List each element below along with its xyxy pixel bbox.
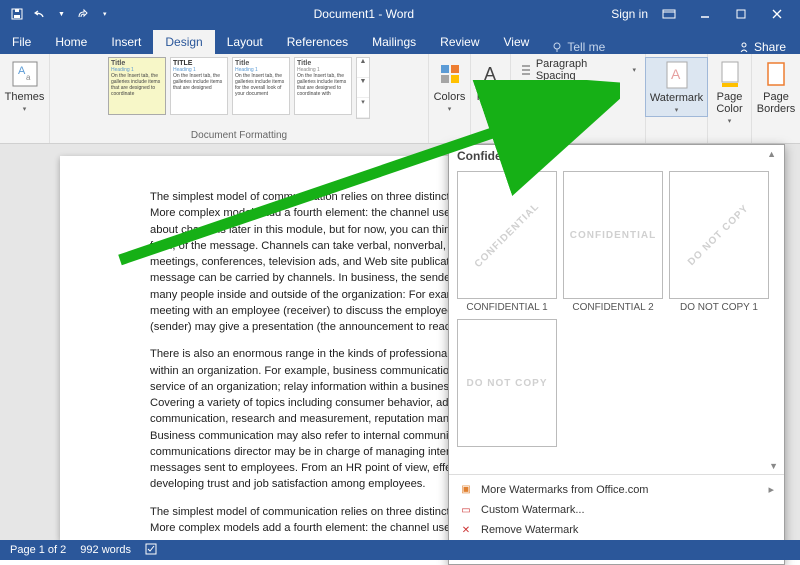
paragraph-spacing-button[interactable]: Paragraph Spacing▾	[517, 57, 639, 83]
status-bar: Page 1 of 2 992 words	[0, 540, 800, 560]
title-bar: ▼ ▾ Document1 - Word Sign in	[0, 0, 800, 28]
share-button[interactable]: Share	[738, 40, 800, 54]
paragraph-spacing-icon	[520, 64, 532, 76]
save-icon[interactable]	[10, 7, 24, 21]
spellcheck-icon[interactable]	[145, 543, 159, 558]
tab-home[interactable]: Home	[43, 30, 99, 54]
theme-preset[interactable]: TitleHeading 1On the Insert tab, the gal…	[294, 57, 352, 115]
watermark-section-label: Confidential	[457, 149, 526, 163]
theme-preset[interactable]: TitleHeading 1On the Insert tab, the gal…	[232, 57, 290, 115]
tab-references[interactable]: References	[275, 30, 360, 54]
watermark-tile-donotcopy-1[interactable]: DO NOT COPY DO NOT COPY 1	[669, 171, 769, 313]
fonts-button[interactable]: AFonts▾	[473, 57, 509, 115]
tab-layout[interactable]: Layout	[215, 30, 275, 54]
svg-text:A: A	[484, 64, 496, 84]
page-borders-button[interactable]: Page Borders	[753, 57, 800, 117]
tab-mailings[interactable]: Mailings	[360, 30, 428, 54]
more-watermarks-menu-item[interactable]: ▣More Watermarks from Office.com▸	[449, 479, 784, 500]
page-borders-icon	[762, 59, 790, 89]
status-page[interactable]: Page 1 of 2	[10, 544, 66, 556]
remove-icon: ✕	[459, 525, 473, 536]
undo-icon[interactable]	[34, 7, 48, 21]
scroll-down-icon[interactable]: ▼	[769, 461, 778, 471]
close-icon[interactable]	[762, 4, 792, 24]
set-default-button[interactable]: Set as Default	[517, 101, 639, 115]
watermark-tile-confidential-1[interactable]: CONFIDENTIAL CONFIDENTIAL 1	[457, 171, 557, 313]
watermark-tile-donotcopy-2[interactable]: DO NOT COPY	[457, 319, 557, 450]
page-icon: ▭	[459, 505, 473, 516]
gallery-scroll[interactable]: ▲▼▾	[356, 57, 370, 119]
status-words[interactable]: 992 words	[80, 544, 131, 556]
qat-customize-icon[interactable]: ▾	[103, 10, 107, 18]
page-color-button[interactable]: Page Color▾	[712, 57, 748, 127]
minimize-icon[interactable]	[690, 4, 720, 24]
svg-text:A: A	[18, 65, 26, 77]
tab-file[interactable]: File	[0, 30, 43, 54]
share-icon	[738, 41, 750, 53]
watermark-icon: A	[663, 60, 691, 90]
scroll-up-icon[interactable]: ▲	[767, 149, 776, 163]
tab-view[interactable]: View	[492, 30, 542, 54]
document-formatting-gallery[interactable]: TitleHeading 1On the Insert tab, the gal…	[108, 57, 370, 119]
signin-link[interactable]: Sign in	[611, 7, 648, 21]
theme-preset[interactable]: TITLEHeading 1On the Insert tab, the gal…	[170, 57, 228, 115]
colors-button[interactable]: Colors▾	[430, 57, 470, 115]
svg-text:A: A	[671, 66, 681, 82]
tell-me-search[interactable]: Tell me	[541, 40, 615, 54]
group-label: Document Formatting	[191, 130, 287, 141]
ribbon-display-icon[interactable]	[654, 4, 684, 24]
themes-icon: Aa	[11, 59, 39, 89]
effects-icon	[520, 86, 532, 98]
colors-icon	[436, 59, 464, 89]
theme-preset[interactable]: TitleHeading 1On the Insert tab, the gal…	[108, 57, 166, 115]
watermark-button[interactable]: AWatermark▾	[645, 57, 708, 117]
lightbulb-icon	[551, 41, 563, 53]
svg-text:a: a	[26, 73, 31, 82]
themes-button[interactable]: Aa Themes ▾	[1, 57, 49, 115]
custom-watermark-menu-item[interactable]: ▭Custom Watermark...	[449, 500, 784, 520]
tab-insert[interactable]: Insert	[99, 30, 153, 54]
watermark-tile-confidential-2[interactable]: CONFIDENTIAL CONFIDENTIAL 2	[563, 171, 663, 313]
tab-review[interactable]: Review	[428, 30, 491, 54]
window-title: Document1 - Word	[116, 7, 611, 21]
watermark-gallery-panel: Confidential ▲ CONFIDENTIAL CONFIDENTIAL…	[448, 144, 785, 565]
effects-button[interactable]: Effects▾	[517, 85, 639, 99]
office-icon: ▣	[459, 484, 473, 495]
checkmark-icon	[520, 102, 532, 114]
fonts-icon: A	[477, 59, 505, 89]
ribbon-tabs: File Home Insert Design Layout Reference…	[0, 28, 800, 54]
tab-design[interactable]: Design	[153, 30, 214, 54]
page-color-icon	[716, 59, 744, 89]
maximize-icon[interactable]	[726, 4, 756, 24]
remove-watermark-menu-item[interactable]: ✕Remove Watermark	[449, 520, 784, 540]
redo-icon[interactable]	[75, 7, 89, 21]
undo-dropdown-icon[interactable]: ▼	[58, 11, 65, 18]
ribbon: Aa Themes ▾ TitleHeading 1On the Insert …	[0, 54, 800, 144]
